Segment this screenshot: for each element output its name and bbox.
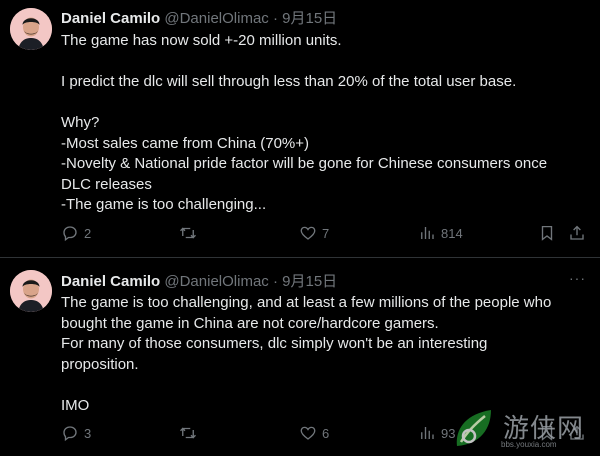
tweet-line: For many of those consumers, dlc simply … <box>61 335 488 352</box>
author-name[interactable]: Daniel Camilo <box>61 273 160 290</box>
action-bar: 2 7 814 <box>61 224 591 248</box>
avatar[interactable] <box>10 8 52 50</box>
tweet-text: The game is too challenging, and at leas… <box>61 293 580 416</box>
like-button[interactable]: 7 <box>299 224 329 242</box>
reply-count: 2 <box>84 225 92 241</box>
tweet-date[interactable]: 9月15日 <box>282 273 337 290</box>
tweet-header: Daniel Camilo @DanielOlimac · 9月15日 <box>61 270 337 291</box>
views-count: 814 <box>441 225 463 241</box>
separator-dot: · <box>272 273 278 290</box>
views-icon <box>421 427 434 439</box>
watermark: 游侠网 bbs.youxia.com <box>447 400 597 454</box>
tweet-line: proposition. <box>61 355 139 373</box>
more-icon[interactable]: ··· <box>569 270 586 286</box>
like-icon <box>300 226 316 240</box>
watermark-url: bbs.youxia.com <box>501 440 557 449</box>
views-icon <box>421 227 434 239</box>
avatar[interactable] <box>10 270 52 312</box>
tweet-line: -Novelty & National pride factor will be… <box>61 155 548 172</box>
tweet-text: The game has now sold +-20 million units… <box>61 31 580 216</box>
repost-icon <box>180 227 196 239</box>
watermark-logo-icon <box>456 410 491 446</box>
bookmark-icon <box>541 225 553 241</box>
tweet-line: -The game is too challenging... <box>61 196 267 213</box>
reply-icon <box>63 226 77 242</box>
tweet-date[interactable]: 9月15日 <box>282 10 337 27</box>
tweet-line: bought the game in China are not core/ha… <box>61 314 439 332</box>
repost-icon <box>180 427 196 439</box>
tweet[interactable]: Daniel Camilo @DanielOlimac · 9月15日 The … <box>0 0 600 258</box>
author-handle[interactable]: @DanielOlimac <box>164 10 268 27</box>
separator-dot: · <box>272 10 278 27</box>
author-name[interactable]: Daniel Camilo <box>61 10 160 27</box>
tweet-line: I predict the dlc will sell through less… <box>61 73 517 90</box>
reply-count: 3 <box>84 425 92 441</box>
like-count: 7 <box>322 225 330 241</box>
tweet-line: -Most sales came from China (70%+) <box>61 134 309 152</box>
reply-button[interactable]: 3 <box>61 424 91 442</box>
bookmark-button[interactable] <box>538 224 556 242</box>
tweet-line: Why? <box>61 114 100 131</box>
tweet-line: The game has now sold +-20 million units… <box>61 32 342 49</box>
reply-icon <box>63 426 77 442</box>
repost-button[interactable] <box>179 424 202 442</box>
share-button[interactable] <box>568 224 586 242</box>
tweet-header: Daniel Camilo @DanielOlimac · 9月15日 <box>61 7 337 28</box>
views-button[interactable]: 814 <box>418 224 463 242</box>
author-handle[interactable]: @DanielOlimac <box>164 273 268 290</box>
tweet-line: The game is too challenging, and at leas… <box>61 294 552 311</box>
like-button[interactable]: 6 <box>299 424 329 442</box>
like-count: 6 <box>322 425 330 441</box>
reply-button[interactable]: 2 <box>61 224 91 242</box>
tweet-line: DLC releases <box>61 175 152 193</box>
repost-button[interactable] <box>179 224 202 242</box>
like-icon <box>300 426 316 440</box>
share-icon <box>570 225 584 240</box>
